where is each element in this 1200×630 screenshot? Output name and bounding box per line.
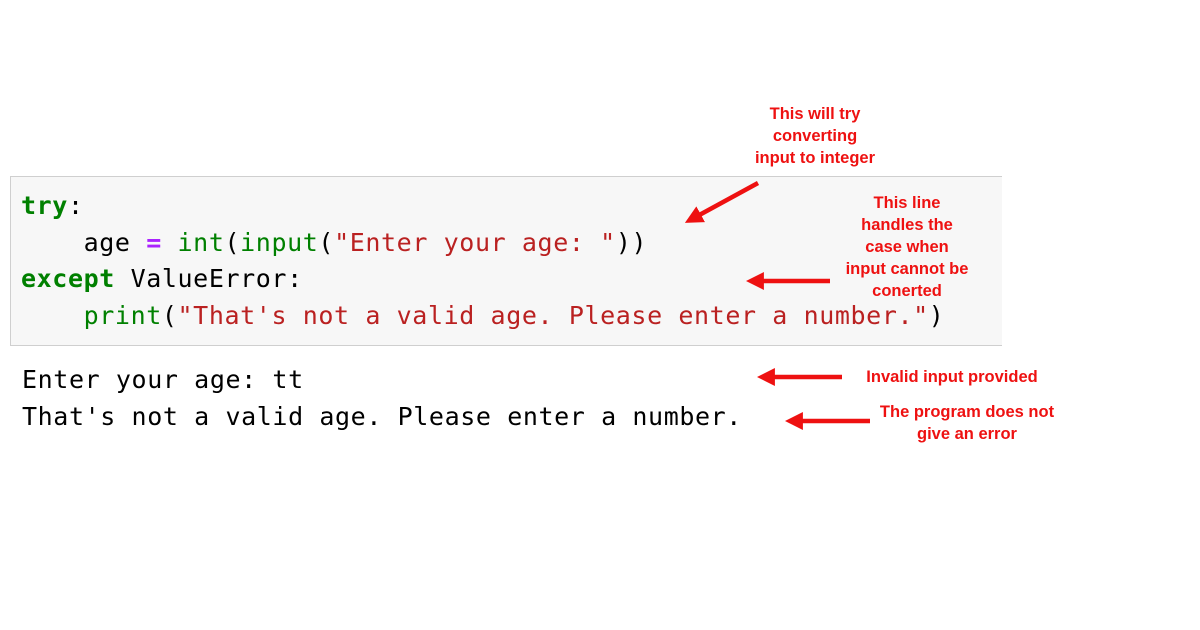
annotation-arrows xyxy=(684,181,870,430)
arrow-try-convert-icon xyxy=(684,181,760,223)
